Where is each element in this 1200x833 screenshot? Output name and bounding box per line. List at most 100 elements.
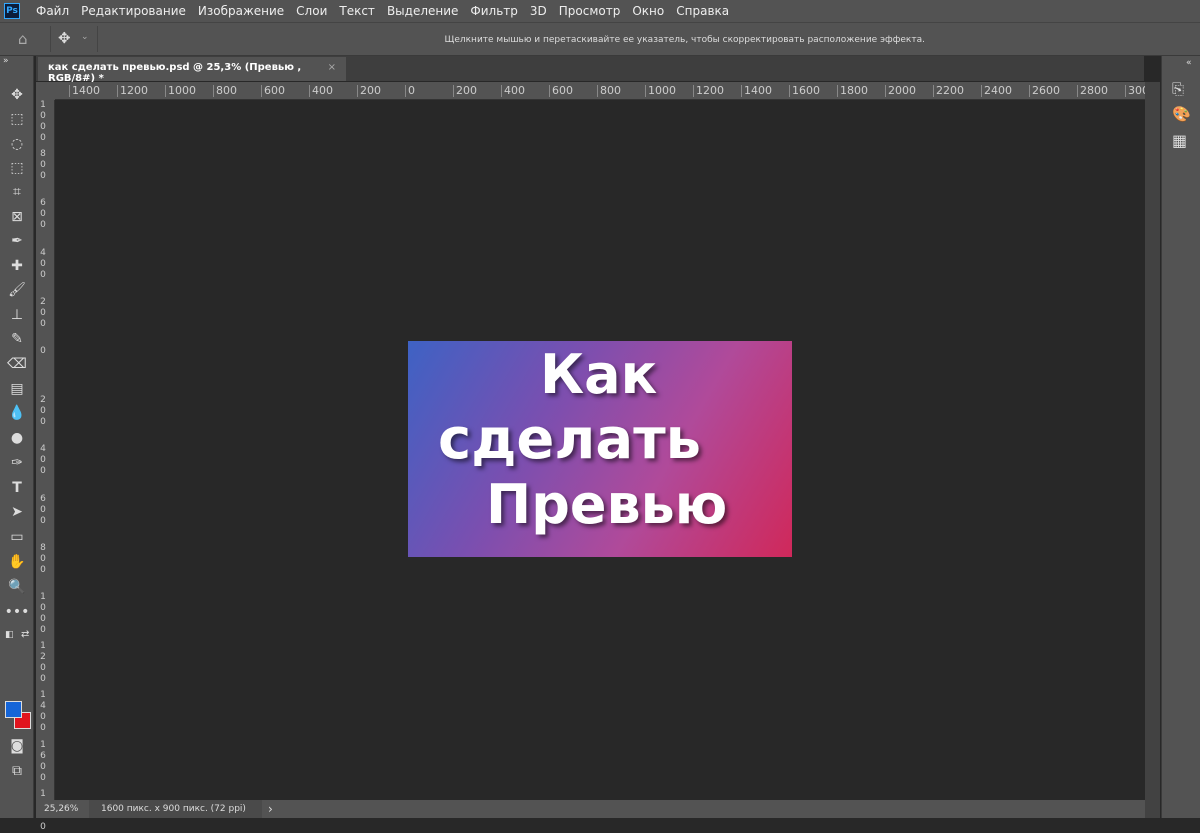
photoshop-logo[interactable]: Ps bbox=[4, 3, 20, 19]
document-size: 1600 пикс. x 900 пикс. (72 ppi) bbox=[89, 800, 262, 818]
healing-brush-tool-icon[interactable]: ✚ bbox=[0, 255, 34, 277]
ruler-label: 1600 bbox=[40, 739, 46, 783]
zoom-tool-icon[interactable]: 🔍 bbox=[0, 576, 34, 598]
horizontal-ruler: 1400 1200 1000 800 600 400 200 0 200 400 600 800 100… bbox=[55, 82, 1149, 100]
ruler-label: 1200 bbox=[40, 641, 46, 685]
ruler-label: 400 bbox=[40, 444, 46, 477]
blur-tool-icon[interactable]: 💧 bbox=[0, 402, 34, 424]
ruler-label: 600 bbox=[261, 85, 285, 97]
ruler-label: 600 bbox=[40, 198, 46, 231]
eyedropper-tool-icon[interactable]: ✒ bbox=[0, 230, 34, 252]
history-icon[interactable]: ⎘ bbox=[1172, 80, 1184, 98]
divider bbox=[50, 26, 51, 52]
menu-view[interactable]: Просмотр bbox=[553, 4, 627, 18]
ruler-label: 0 bbox=[40, 346, 46, 356]
menu-help[interactable]: Справка bbox=[670, 4, 735, 18]
dodge-tool-icon[interactable]: ● bbox=[0, 427, 34, 449]
ruler-label: 1200 bbox=[117, 85, 148, 97]
ruler-label: 1400 bbox=[741, 85, 772, 97]
expand-icon[interactable]: » bbox=[3, 56, 9, 66]
quick-mask-icon[interactable]: ◙ bbox=[0, 735, 34, 757]
ruler-label: 1000 bbox=[40, 592, 46, 635]
ruler-label: 1400 bbox=[40, 690, 46, 734]
document-image: Как сделать Превью bbox=[408, 341, 792, 557]
gradient-tool-icon[interactable]: ▤ bbox=[0, 378, 34, 400]
ruler-label: 2200 bbox=[933, 85, 964, 97]
ruler-label: 400 bbox=[501, 85, 525, 97]
chevron-down-icon[interactable]: ⌄ bbox=[81, 32, 89, 42]
object-select-tool-icon[interactable]: ⬚ bbox=[0, 157, 34, 179]
ruler-label: 1800 bbox=[837, 85, 868, 97]
image-text-line3: Превью bbox=[486, 473, 728, 536]
type-tool-icon[interactable]: T bbox=[0, 477, 34, 499]
status-bar: 25,26% 1600 пикс. x 900 пикс. (72 ppi) › bbox=[36, 800, 1145, 818]
history-brush-tool-icon[interactable]: ✎ bbox=[0, 328, 34, 350]
image-text-line2: сделать bbox=[438, 407, 702, 472]
pen-tool-icon[interactable]: ✑ bbox=[0, 452, 34, 474]
document-tab[interactable]: как сделать превью.psd @ 25,3% (Превью ,… bbox=[38, 57, 346, 84]
ruler-label: 2600 bbox=[1029, 85, 1060, 97]
stamp-tool-icon[interactable]: ⊥ bbox=[0, 304, 34, 326]
zoom-level[interactable]: 25,26% bbox=[36, 804, 86, 814]
ruler-label: 800 bbox=[40, 542, 46, 575]
ruler-label: 0 bbox=[405, 85, 415, 97]
home-icon[interactable]: ⌂ bbox=[18, 30, 28, 48]
lasso-tool-icon[interactable]: ◌ bbox=[0, 133, 34, 155]
divider bbox=[97, 26, 98, 52]
menu-type[interactable]: Текст bbox=[333, 4, 381, 18]
menu-file[interactable]: Файл bbox=[30, 4, 75, 18]
ruler-label: 1000 bbox=[40, 100, 46, 143]
ruler-label: 400 bbox=[40, 247, 46, 280]
ruler-label: 2800 bbox=[1077, 85, 1108, 97]
menu-layers[interactable]: Слои bbox=[290, 4, 333, 18]
menu-filter[interactable]: Фильтр bbox=[464, 4, 523, 18]
ruler-label: 200 bbox=[357, 85, 381, 97]
menu-3d[interactable]: 3D bbox=[524, 4, 553, 18]
collapse-icon[interactable]: « bbox=[1186, 58, 1192, 68]
tools-panel: » ✥ ⬚ ◌ ⬚ ⌗ ⊠ ✒ ✚ 🖌 ⊥ ✎ ⌫ ▤ 💧 ● ✑ T ➤ ▭ … bbox=[0, 56, 34, 818]
ruler-label: 800 bbox=[213, 85, 237, 97]
ruler-label: 400 bbox=[309, 85, 333, 97]
default-colors-icon[interactable]: ◧ bbox=[5, 630, 14, 640]
image-text-line1: Как bbox=[540, 343, 658, 406]
menu-edit[interactable]: Редактирование bbox=[75, 4, 192, 18]
ruler-label: 200 bbox=[40, 395, 46, 428]
vertical-scrollbar[interactable] bbox=[1145, 82, 1160, 818]
hint-text: Щелкните мышью и перетаскивайте ее указа… bbox=[444, 35, 925, 45]
move-tool-icon[interactable]: ✥ bbox=[0, 84, 34, 106]
eraser-tool-icon[interactable]: ⌫ bbox=[0, 353, 34, 375]
ruler-label: 1000 bbox=[645, 85, 676, 97]
ruler-label: 1000 bbox=[165, 85, 196, 97]
ruler-label: 1600 bbox=[789, 85, 820, 97]
frame-tool-icon[interactable]: ⊠ bbox=[0, 206, 34, 228]
crop-tool-icon[interactable]: ⌗ bbox=[0, 181, 34, 203]
swatches-grid-icon[interactable]: ▦ bbox=[1172, 131, 1187, 150]
rectangle-tool-icon[interactable]: ▭ bbox=[0, 526, 34, 548]
path-select-tool-icon[interactable]: ➤ bbox=[0, 501, 34, 523]
status-menu-arrow[interactable]: › bbox=[262, 802, 273, 816]
ruler-label: 200 bbox=[40, 296, 46, 329]
vertical-ruler: 1000 800 600 400 200 0 200 400 600 800 1000 1200 140… bbox=[36, 100, 55, 832]
ruler-label: 1400 bbox=[69, 85, 100, 97]
swap-colors-icon[interactable]: ⇄ bbox=[21, 629, 29, 640]
ruler-label: 1200 bbox=[693, 85, 724, 97]
ruler-label: 2400 bbox=[981, 85, 1012, 97]
menu-window[interactable]: Окно bbox=[626, 4, 670, 18]
more-tools-icon[interactable]: ••• bbox=[0, 601, 34, 623]
document-tab-title: как сделать превью.psd @ 25,3% (Превью ,… bbox=[48, 62, 302, 84]
move-tool-icon[interactable]: ✥ bbox=[58, 29, 71, 47]
color-palette-icon[interactable]: 🎨 bbox=[1172, 105, 1191, 123]
hand-tool-icon[interactable]: ✋ bbox=[0, 551, 34, 573]
ruler-label: 800 bbox=[40, 149, 46, 182]
menu-image[interactable]: Изображение bbox=[192, 4, 290, 18]
brush-tool-icon[interactable]: 🖌 bbox=[0, 279, 34, 301]
marquee-tool-icon[interactable]: ⬚ bbox=[0, 108, 34, 130]
ruler-origin[interactable] bbox=[36, 82, 55, 100]
foreground-color-swatch[interactable] bbox=[5, 701, 22, 718]
screen-mode-icon[interactable]: ⧉ bbox=[0, 760, 34, 782]
menu-select[interactable]: Выделение bbox=[381, 4, 464, 18]
ruler-label: 600 bbox=[549, 85, 573, 97]
ruler-label: 800 bbox=[597, 85, 621, 97]
ruler-label: 2000 bbox=[885, 85, 916, 97]
close-icon[interactable]: × bbox=[328, 62, 336, 76]
